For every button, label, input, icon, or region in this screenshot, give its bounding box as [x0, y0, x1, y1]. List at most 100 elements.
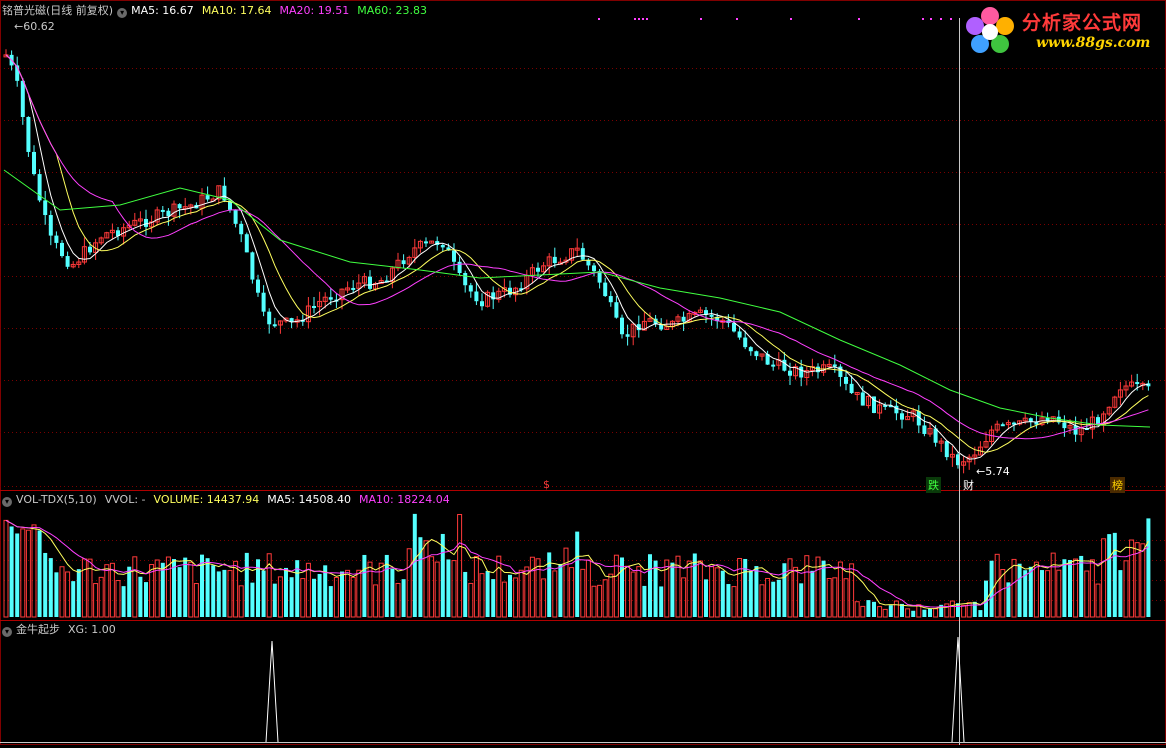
- volume-bar: [451, 560, 457, 618]
- volume-bar: [3, 519, 9, 618]
- volume-bar: [776, 579, 781, 617]
- volume-bar: [328, 586, 333, 617]
- volume-bar: [138, 576, 143, 617]
- marker-fall[interactable]: 跌: [926, 477, 941, 493]
- volume-bar: [1033, 561, 1039, 618]
- volume-bar: [9, 526, 14, 617]
- main-legend: 铭普光磁(日线 前复权) ▾ MA5: 16.67 MA10: 17.64 MA20: …: [2, 3, 435, 19]
- volume-bar: [978, 610, 983, 617]
- top-marker-dot: [700, 18, 702, 20]
- candle-body: [580, 248, 585, 260]
- volume-value: VOLUME: 14437.94: [153, 493, 260, 506]
- top-marker-dot: [858, 18, 860, 20]
- candle-body: [1000, 424, 1005, 427]
- volume-bar: [367, 561, 373, 618]
- chevron-down-icon[interactable]: ▾: [2, 497, 12, 507]
- signal-spike: [951, 636, 965, 743]
- volume-bar: [350, 576, 356, 618]
- candle-body: [732, 322, 736, 332]
- logo-brand: 分析家公式网: [1022, 12, 1143, 34]
- ma5-value: MA5: 16.67: [131, 4, 194, 17]
- volume-bar: [787, 558, 793, 618]
- candle-body: [625, 334, 630, 337]
- volume-legend: ▾ VOL-TDX(5,10) VVOL: - VOLUME: 14437.94 MA5…: [2, 492, 458, 508]
- candle-body: [32, 151, 36, 175]
- volume-bar: [473, 555, 479, 618]
- candle-body: [205, 195, 210, 200]
- volume-bar: [289, 577, 294, 617]
- volume-bar: [233, 560, 239, 618]
- candle-body: [894, 405, 899, 414]
- volume-bar: [754, 566, 759, 617]
- candle-body: [474, 291, 479, 302]
- volume-bar: [949, 600, 955, 618]
- candle-body: [457, 261, 462, 274]
- candle-body: [54, 235, 59, 243]
- signal-spike: [265, 640, 279, 743]
- volume-bar: [771, 581, 776, 617]
- volume-bar: [25, 529, 31, 618]
- chevron-down-icon[interactable]: ▾: [2, 627, 12, 637]
- volume-bar: [575, 531, 580, 617]
- volume-bar: [144, 582, 148, 617]
- volume-bar: [843, 578, 849, 618]
- volume-bar: [501, 581, 507, 618]
- volume-bar: [782, 563, 787, 617]
- candle-body: [160, 209, 165, 212]
- volume-bar: [625, 565, 631, 618]
- marker-finance[interactable]: 财: [963, 477, 974, 493]
- volume-bar: [65, 571, 71, 618]
- volume-bar: [205, 558, 210, 617]
- volume-bar: [726, 584, 731, 617]
- volume-bar: [277, 576, 283, 618]
- volume-bar: [670, 562, 675, 617]
- candle-body: [48, 215, 53, 236]
- candle-body: [368, 276, 372, 289]
- candle-body: [681, 316, 686, 322]
- candle-body: [463, 273, 468, 286]
- vvol-value: VVOL: -: [104, 493, 146, 506]
- volume-bar: [697, 560, 703, 618]
- volume-bar: [37, 530, 42, 617]
- marker-dollar[interactable]: $: [543, 478, 550, 491]
- candle-body: [860, 392, 865, 406]
- top-marker-dot: [642, 18, 644, 20]
- volume-bar: [933, 608, 939, 618]
- candle-body: [452, 250, 456, 262]
- candle-body: [65, 256, 70, 267]
- xg-value: XG: 1.00: [68, 623, 116, 636]
- volume-bar: [922, 609, 927, 617]
- volume-bar: [43, 552, 48, 617]
- volume-bar: [837, 561, 843, 618]
- volume-bar: [994, 553, 1000, 618]
- volume-bar: [866, 600, 871, 617]
- volume-bar: [642, 585, 647, 617]
- marker-rank[interactable]: 榜: [1110, 477, 1125, 493]
- volume-bar: [882, 608, 888, 618]
- volume-bar: [272, 583, 277, 617]
- candle-body: [754, 351, 759, 357]
- volume-bar: [860, 605, 866, 618]
- volume-bar: [127, 566, 132, 617]
- chart-canvas[interactable]: [0, 0, 1166, 745]
- top-marker-dot: [922, 18, 924, 20]
- volume-bar: [547, 552, 552, 617]
- site-logo[interactable]: 分析家公式网 www.88gs.com: [958, 2, 1164, 60]
- volume-bar: [911, 610, 916, 617]
- volume-bar: [317, 573, 322, 617]
- volume-bar: [160, 562, 165, 617]
- chevron-down-icon[interactable]: ▾: [117, 8, 128, 18]
- volume-bar: [222, 569, 227, 617]
- candle-body: [782, 359, 787, 371]
- candle-body: [424, 241, 428, 244]
- volume-bar: [552, 570, 558, 618]
- volume-bar: [558, 563, 563, 617]
- stock-chart[interactable]: 铭普光磁(日线 前复权) ▾ MA5: 16.67 MA10: 17.64 MA20: …: [0, 0, 1166, 745]
- volume-bar: [961, 604, 967, 618]
- volume-bar: [659, 586, 664, 617]
- volume-bar: [211, 565, 216, 617]
- volume-bar: [76, 569, 81, 617]
- volume-bar: [602, 579, 608, 618]
- volume-bar: [810, 570, 815, 617]
- volume-bar: [1079, 555, 1084, 617]
